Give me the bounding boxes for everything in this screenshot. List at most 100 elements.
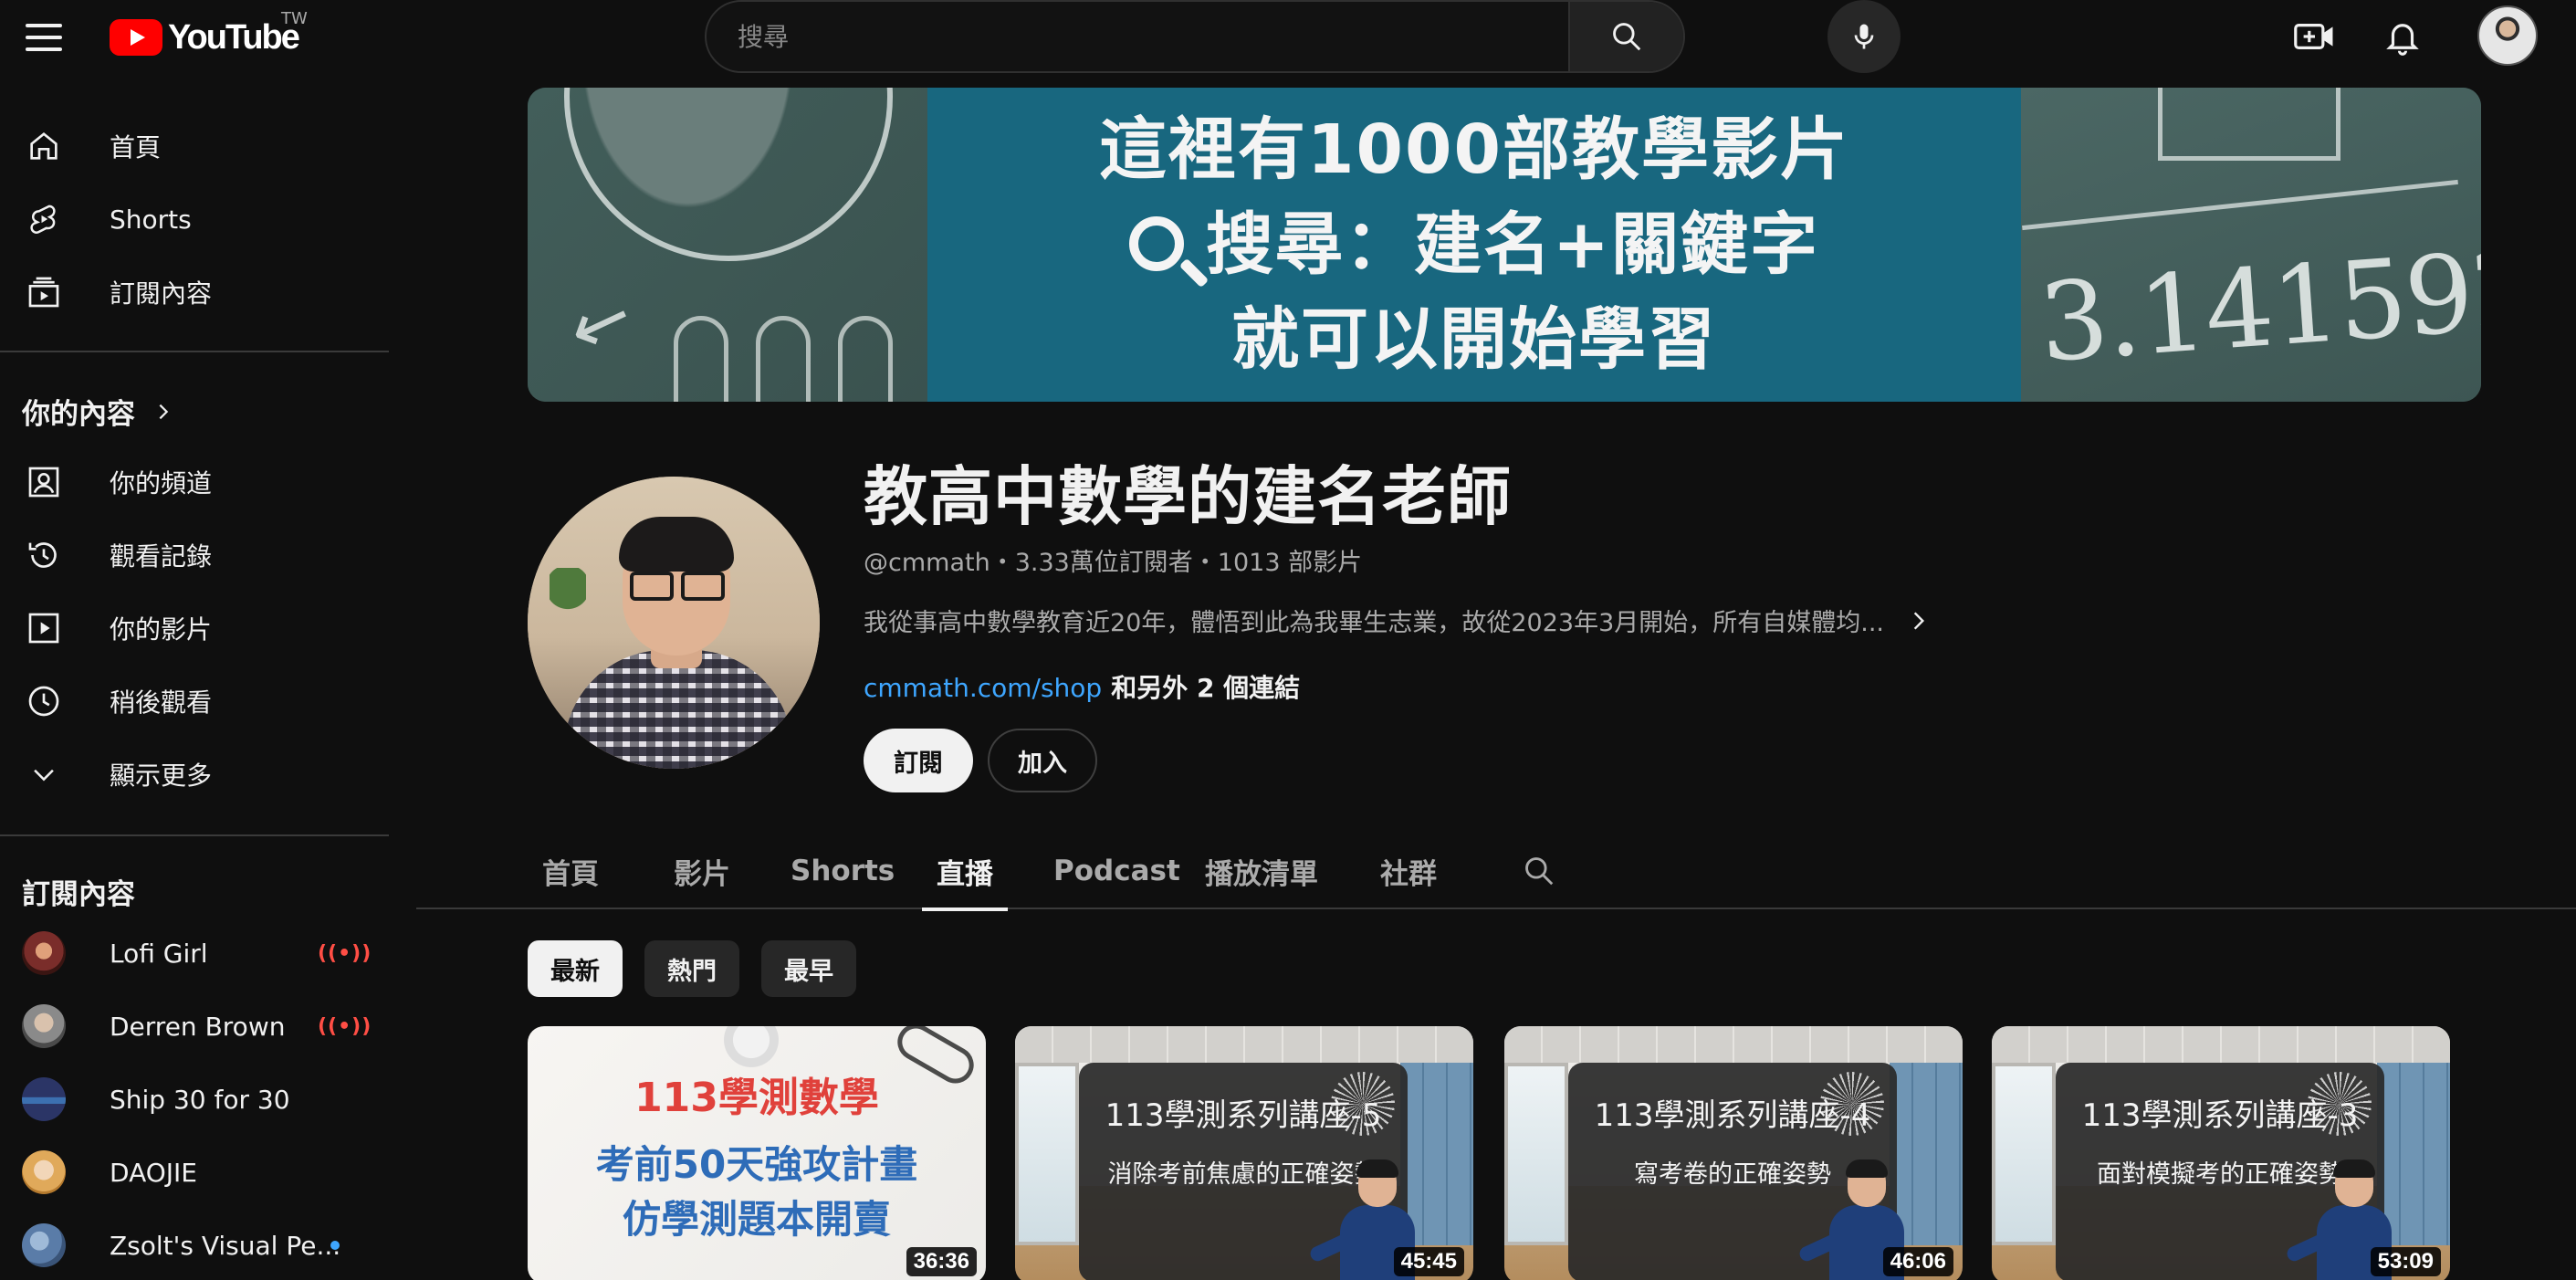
avatar bbox=[22, 1004, 66, 1048]
notifications-button[interactable] bbox=[2379, 13, 2426, 60]
video-duration: 53:09 bbox=[2370, 1247, 2441, 1276]
chip-popular[interactable]: 熱門 bbox=[644, 940, 739, 997]
menu-icon[interactable] bbox=[26, 20, 62, 57]
thumbnail-title: 113學測系列講座-3 bbox=[2081, 1097, 2359, 1134]
chip-latest[interactable]: 最新 bbox=[528, 940, 623, 997]
home-icon bbox=[24, 126, 64, 166]
tab-videos[interactable]: 影片 bbox=[674, 833, 730, 909]
microphone-icon bbox=[1854, 24, 1874, 49]
bell-icon bbox=[2386, 24, 2419, 56]
sidebar-item-your-videos[interactable]: 你的影片 bbox=[0, 592, 389, 665]
sidebar-item-show-more[interactable]: 顯示更多 bbox=[0, 738, 389, 811]
new-content-dot bbox=[330, 1241, 340, 1250]
thumbnail-title: 113學測系列講座-4 bbox=[1594, 1097, 1871, 1134]
search-button[interactable] bbox=[1568, 2, 1683, 71]
youtube-logo[interactable]: YouTube bbox=[110, 15, 300, 60]
section-title: 你的內容 bbox=[22, 398, 135, 431]
subscribe-button[interactable]: 訂閱 bbox=[864, 729, 973, 792]
tab-live[interactable]: 直播 bbox=[922, 833, 1008, 911]
avatar bbox=[22, 931, 66, 975]
tab-community[interactable]: 社群 bbox=[1380, 833, 1437, 909]
channel-description[interactable]: 我從事高中數學教育近20年，體悟到此為我畢生志業，故從2023年3月開始，所有自… bbox=[864, 603, 1932, 638]
video-duration: 36:36 bbox=[906, 1247, 977, 1276]
join-button[interactable]: 加入 bbox=[988, 729, 1097, 792]
sidebar-item-label: Ship 30 for 30 bbox=[110, 1084, 290, 1115]
chevron-right-icon bbox=[159, 404, 169, 419]
sidebar-sub-zsolt[interactable]: Zsolt's Visual Pe... bbox=[0, 1209, 389, 1280]
banner-chalkboard-left: ↙ bbox=[528, 88, 927, 402]
banner-line-3: 就可以開始學習 bbox=[1231, 300, 1717, 379]
live-icon: ((•)) bbox=[318, 941, 372, 965]
video-thumbnail[interactable]: 113學測系列講座-4 寫考卷的正確姿勢 46:06 bbox=[1504, 1026, 1963, 1280]
sidebar-sub-daojie[interactable]: DAOJIE bbox=[0, 1136, 389, 1209]
subscriptions-section-header: 訂閱內容 bbox=[22, 871, 135, 912]
account-avatar[interactable] bbox=[2477, 5, 2538, 66]
channel-tabs: 首頁 影片 Shorts 直播 Podcast 播放清單 社群 bbox=[416, 833, 2576, 911]
avatar bbox=[22, 1077, 66, 1121]
sidebar-item-watch-later[interactable]: 稍後觀看 bbox=[0, 665, 389, 738]
logo-text: YouTube bbox=[168, 17, 300, 57]
banner-chalkboard-right: 3.141592 bbox=[2021, 88, 2481, 402]
more-links[interactable]: 和另外 2 個連結 bbox=[1111, 673, 1300, 703]
channel-meta: @cmmath・3.33萬位訂閱者・1013 部影片 bbox=[864, 549, 1363, 577]
video-duration: 46:06 bbox=[1882, 1247, 1953, 1276]
sidebar-item-home[interactable]: 首頁 bbox=[0, 110, 389, 183]
sidebar-item-shorts[interactable]: Shorts bbox=[0, 183, 389, 256]
watch-later-icon bbox=[24, 681, 64, 721]
channel-name: 教高中數學的建名老師 bbox=[864, 459, 1512, 534]
voice-search-button[interactable] bbox=[1827, 0, 1901, 73]
top-bar: YouTube TW bbox=[0, 0, 2576, 82]
channel-search-button[interactable] bbox=[1517, 849, 1561, 893]
search-input[interactable] bbox=[707, 2, 1546, 71]
sidebar-item-label: 你的影片 bbox=[110, 614, 213, 645]
sidebar-sub-lofi-girl[interactable]: Lofi Girl ((•)) bbox=[0, 917, 389, 990]
search-icon bbox=[1525, 857, 1554, 886]
chevron-down-icon bbox=[24, 754, 64, 794]
chevron-right-icon[interactable] bbox=[1906, 608, 1932, 634]
thumbnail-line: 仿學測題本開賣 bbox=[622, 1197, 891, 1242]
channel-links: cmmath.com/shop 和另外 2 個連結 bbox=[864, 668, 1300, 705]
magnifier-icon bbox=[1128, 216, 1184, 271]
divider bbox=[0, 834, 389, 836]
sidebar-sub-derren-brown[interactable]: Derren Brown ((•)) bbox=[0, 990, 389, 1063]
tab-shorts[interactable]: Shorts bbox=[791, 833, 895, 909]
sidebar-item-history[interactable]: 觀看記錄 bbox=[0, 519, 389, 592]
tab-home[interactable]: 首頁 bbox=[542, 833, 599, 909]
tab-podcast[interactable]: Podcast bbox=[1053, 833, 1180, 909]
sidebar-item-subscriptions[interactable]: 訂閱內容 bbox=[0, 256, 389, 329]
video-thumbnail[interactable]: 113學測數學 考前50天強攻計畫 仿學測題本開賣 36:36 bbox=[528, 1026, 986, 1280]
video-duration: 45:45 bbox=[1393, 1247, 1464, 1276]
sidebar-item-label: DAOJIE bbox=[110, 1157, 197, 1188]
region-code: TW bbox=[281, 9, 308, 28]
avatar bbox=[22, 1223, 66, 1267]
sidebar: 首頁 Shorts 訂閱內容 你的內容 你的頻道 觀看記錄 你的影片 稍後觀看 … bbox=[0, 82, 389, 1280]
thumbnail-title: 113學測系列講座-5 bbox=[1105, 1097, 1382, 1134]
chip-oldest[interactable]: 最早 bbox=[761, 940, 856, 997]
create-button[interactable] bbox=[2291, 16, 2339, 57]
sidebar-item-label: 首頁 bbox=[110, 132, 162, 163]
video-thumbnail[interactable]: 113學測系列講座-5 消除考前焦慮的正確姿勢 45:45 bbox=[1015, 1026, 1473, 1280]
shop-link[interactable]: cmmath.com/shop bbox=[864, 673, 1102, 703]
search-icon bbox=[1613, 23, 1641, 51]
play-logo-icon bbox=[110, 19, 162, 56]
tab-playlists[interactable]: 播放清單 bbox=[1205, 833, 1318, 909]
you-section-header[interactable]: 你的內容 bbox=[22, 391, 173, 432]
sidebar-item-label: 顯示更多 bbox=[110, 761, 213, 791]
banner-line-2: 搜尋：建名+關鍵字 bbox=[1128, 197, 1819, 292]
sidebar-item-your-channel[interactable]: 你的頻道 bbox=[0, 446, 389, 519]
sidebar-item-label: Derren Brown bbox=[110, 1011, 286, 1042]
sidebar-item-label: 訂閱內容 bbox=[110, 278, 213, 309]
create-video-icon bbox=[2294, 24, 2333, 49]
live-icon: ((•)) bbox=[318, 1014, 372, 1038]
sidebar-item-label: 你的頻道 bbox=[110, 468, 213, 498]
section-title: 訂閱內容 bbox=[22, 878, 135, 911]
divider bbox=[0, 351, 389, 352]
avatar bbox=[22, 1150, 66, 1194]
channel-icon bbox=[24, 462, 64, 502]
your-videos-icon bbox=[24, 608, 64, 648]
video-thumbnail[interactable]: 113學測系列講座-3 面對模擬考的正確姿勢 53:09 bbox=[1992, 1026, 2450, 1280]
sidebar-sub-ship-30[interactable]: Ship 30 for 30 bbox=[0, 1063, 389, 1136]
history-icon bbox=[24, 535, 64, 575]
search-bar bbox=[705, 0, 1685, 73]
banner-text-panel: 這裡有1000部教學影片 搜尋：建名+關鍵字 就可以開始學習 bbox=[927, 88, 2021, 402]
